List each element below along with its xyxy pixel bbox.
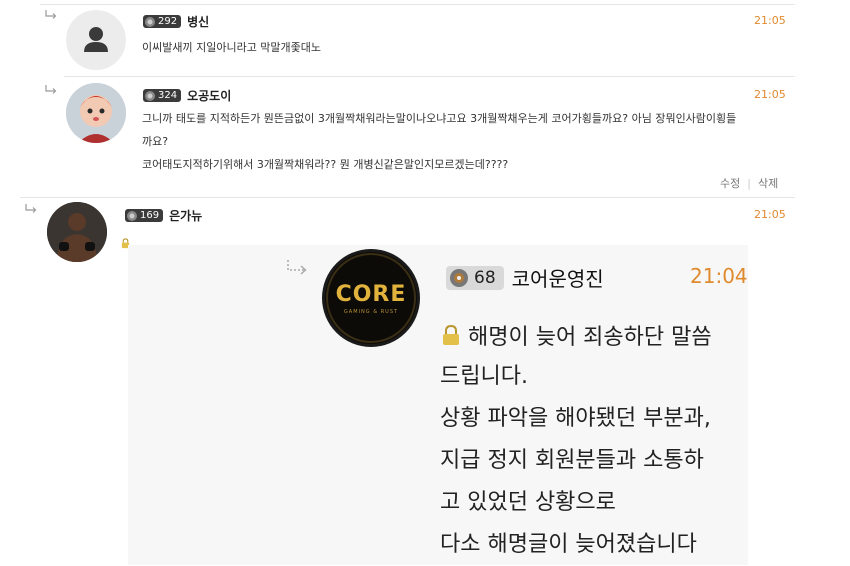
embedded-header: 68 코어운영진: [446, 263, 604, 292]
avatar[interactable]: [66, 83, 126, 143]
delete-button[interactable]: 삭제: [758, 175, 778, 191]
comment-header: 292 병신: [143, 13, 209, 30]
message-line: 지급 정지 회원분들과 소통하: [440, 448, 704, 473]
comment-header: 324 오공도이: [143, 87, 231, 104]
nickname[interactable]: 오공도이: [187, 87, 231, 104]
comment-line: 그니까 태도를 지적하든가 뭔뜬금없이 3개월짝채워라는말이나오냐고요 3개월짝…: [142, 112, 737, 125]
comment-text: 이씨발새끼 지일아니라고 막말개좇대노: [142, 41, 322, 54]
lock-icon: [443, 324, 459, 345]
reply-arrow-icon: [44, 84, 58, 99]
core-logo-subtext: GAMING & RUST: [343, 309, 399, 315]
level-badge: 169: [125, 209, 164, 222]
level-badge: 68: [446, 265, 504, 290]
level-badge-icon: [450, 268, 468, 287]
comment-header: 169 은가뉴: [125, 207, 202, 224]
comment-divider: [20, 197, 795, 198]
nickname[interactable]: 은가뉴: [169, 207, 202, 224]
level-number: 169: [140, 210, 160, 221]
comment-line: 코어태도지적하기위해서 3개월짝채워라?? 뭔 개병신같은말인지모르겠는데???…: [142, 158, 509, 171]
user-silhouette-icon: [84, 27, 108, 52]
message-line: 드립니다.: [440, 364, 528, 389]
comment-time: 21:05: [754, 88, 786, 101]
level-badge-icon: [127, 210, 137, 221]
core-logo-text: CORE: [335, 282, 407, 307]
level-badge: 292: [143, 15, 182, 28]
fighter-avatar-icon: [47, 202, 107, 262]
action-separator: |: [747, 176, 751, 190]
comment-actions: 수정 | 삭제: [720, 175, 778, 191]
edit-button[interactable]: 수정: [720, 175, 740, 191]
comment-line: 까요?: [142, 135, 169, 148]
level-badge: 324: [143, 89, 182, 102]
level-number: 324: [158, 90, 178, 101]
comment-time: 21:05: [754, 208, 786, 221]
comment-body: 그니까 태도를 지적하든가 뭔뜬금없이 3개월짝채워라는말이나오냐고요 3개월짝…: [142, 107, 792, 176]
nickname[interactable]: 코어운영진: [512, 263, 604, 292]
reply-arrow-icon: [44, 9, 58, 24]
message-line: 고 있었던 상황으로: [440, 490, 616, 515]
message-line: 다소 해명글이 늦어졌습니다: [440, 532, 697, 557]
top-divider: [40, 4, 795, 5]
level-badge-icon: [145, 16, 155, 27]
core-logo-avatar[interactable]: CORE GAMING & RUST: [325, 252, 417, 344]
avatar[interactable]: [47, 202, 107, 262]
message-line: 상황 파악을 해야됐던 부분과,: [440, 406, 711, 431]
embedded-body: 해명이 늦어 죄송하단 말씀 드립니다. 상황 파악을 해야됐던 부분과, 지급…: [440, 313, 745, 566]
level-badge-icon: [145, 90, 155, 101]
doll-avatar-icon: [66, 83, 126, 143]
comment-divider: [64, 76, 795, 77]
reply-arrow-icon: [24, 203, 38, 218]
level-number: 68: [474, 267, 496, 288]
level-number: 292: [158, 16, 178, 27]
reply-arrow-icon: [285, 258, 311, 280]
comment-time: 21:04: [690, 264, 748, 288]
nickname[interactable]: 병신: [187, 13, 209, 30]
avatar[interactable]: [66, 10, 126, 70]
comment-time: 21:05: [754, 14, 786, 27]
message-line: 해명이 늦어 죄송하단 말씀: [468, 324, 712, 350]
